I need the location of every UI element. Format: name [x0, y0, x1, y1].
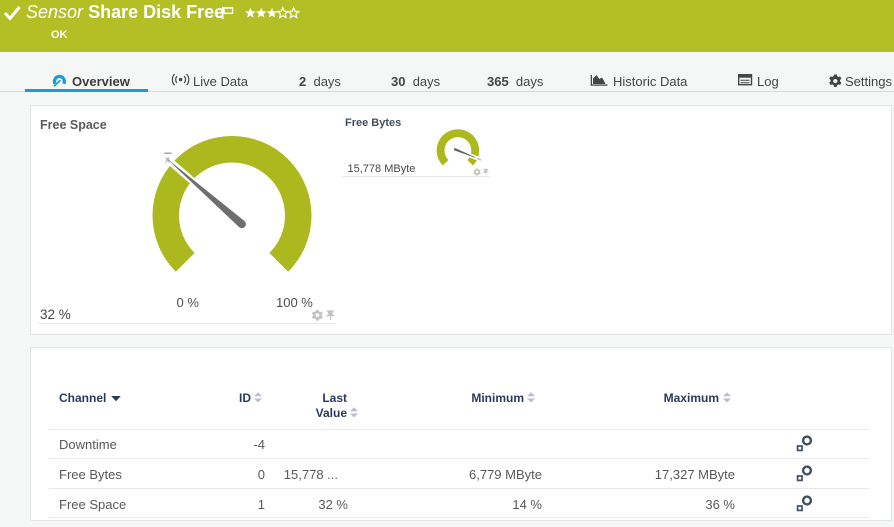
svg-text:x: x: [165, 154, 170, 165]
